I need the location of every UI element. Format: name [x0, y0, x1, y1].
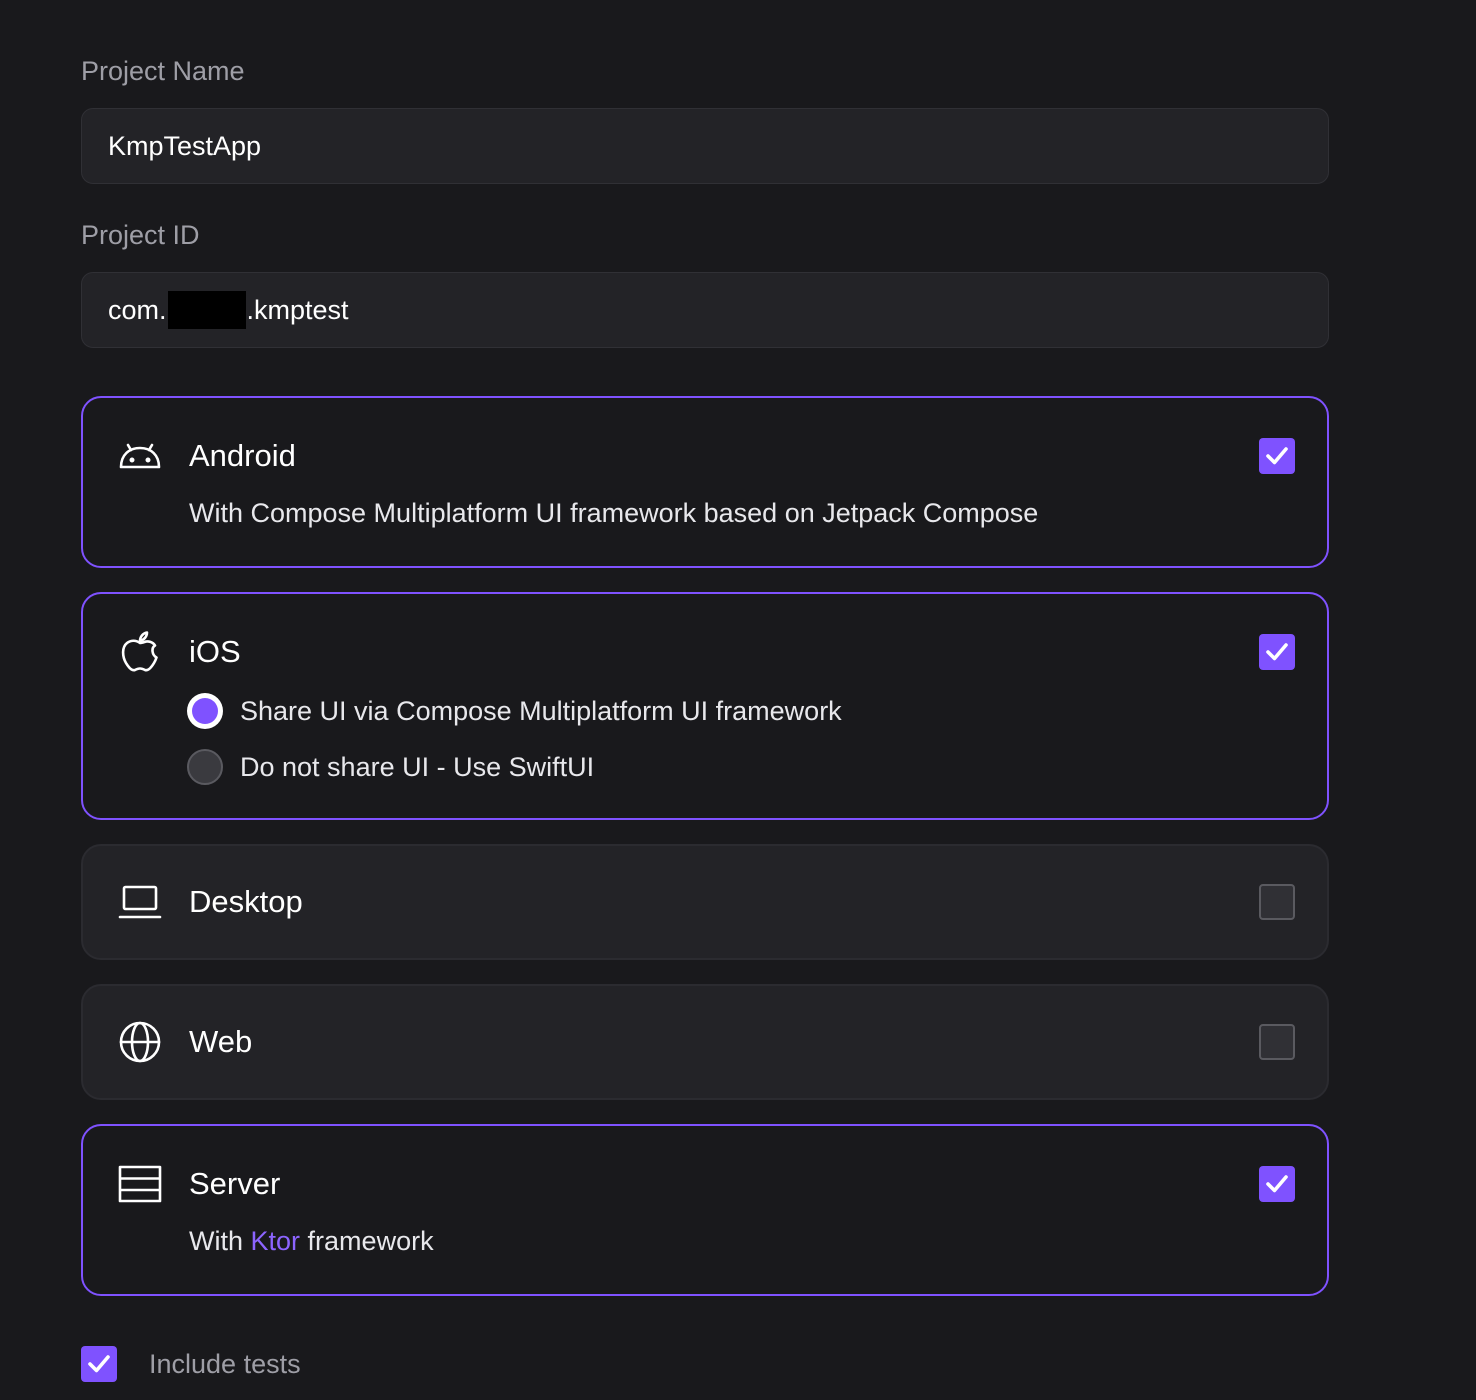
platform-card-server[interactable]: Server With Ktor framework: [81, 1124, 1329, 1296]
desktop-checkbox[interactable]: [1259, 884, 1295, 920]
include-tests-row[interactable]: Include tests: [81, 1346, 301, 1382]
project-name-label: Project Name: [81, 56, 245, 86]
ios-checkbox[interactable]: [1259, 634, 1295, 670]
android-icon: [117, 433, 163, 479]
ios-title: iOS: [189, 634, 241, 669]
laptop-icon: [117, 879, 163, 925]
platform-card-web[interactable]: Web: [81, 984, 1329, 1100]
server-checkbox[interactable]: [1259, 1166, 1295, 1202]
check-icon: [1266, 1175, 1288, 1193]
radio-selected[interactable]: [187, 693, 223, 729]
android-description: With Compose Multiplatform UI framework …: [189, 498, 1039, 528]
project-id-suffix: .kmptest: [246, 294, 349, 325]
check-icon: [1266, 643, 1288, 661]
check-icon: [88, 1355, 110, 1373]
project-id-prefix: com.: [108, 294, 167, 325]
ios-option-share-ui[interactable]: Share UI via Compose Multiplatform UI fr…: [187, 693, 842, 729]
server-description-suffix: framework: [300, 1226, 434, 1256]
platform-card-desktop[interactable]: Desktop: [81, 844, 1329, 960]
ios-option-share-ui-label: Share UI via Compose Multiplatform UI fr…: [240, 695, 842, 726]
server-icon: [117, 1161, 163, 1207]
include-tests-label: Include tests: [149, 1348, 301, 1379]
ktor-link[interactable]: Ktor: [251, 1226, 301, 1256]
platform-card-ios[interactable]: iOS Share UI via Compose Multiplatform U…: [81, 592, 1329, 820]
android-title: Android: [189, 438, 296, 473]
check-icon: [1266, 447, 1288, 465]
ios-option-swiftui[interactable]: Do not share UI - Use SwiftUI: [187, 749, 594, 785]
project-name-input[interactable]: KmpTestApp: [81, 108, 1329, 184]
apple-icon: [117, 629, 163, 675]
radio-unselected[interactable]: [187, 749, 223, 785]
server-description-prefix: With: [189, 1226, 251, 1256]
redacted-block: [167, 291, 246, 329]
project-id-input[interactable]: com. .kmptest: [81, 272, 1329, 348]
desktop-title: Desktop: [189, 884, 303, 919]
globe-icon: [117, 1019, 163, 1065]
project-id-label: Project ID: [81, 220, 200, 250]
web-title: Web: [189, 1024, 253, 1059]
ios-option-swiftui-label: Do not share UI - Use SwiftUI: [240, 751, 595, 782]
radio-dot: [192, 698, 218, 724]
new-project-form: Project Name KmpTestApp Project ID com..…: [0, 0, 1476, 1400]
server-title: Server: [189, 1166, 281, 1201]
server-description: With Ktor framework: [189, 1226, 434, 1257]
web-checkbox[interactable]: [1259, 1024, 1295, 1060]
project-name-value: KmpTestApp: [108, 130, 262, 161]
platform-card-android[interactable]: Android With Compose Multiplatform UI fr…: [81, 396, 1329, 568]
android-checkbox[interactable]: [1259, 438, 1295, 474]
include-tests-checkbox[interactable]: [81, 1346, 117, 1382]
